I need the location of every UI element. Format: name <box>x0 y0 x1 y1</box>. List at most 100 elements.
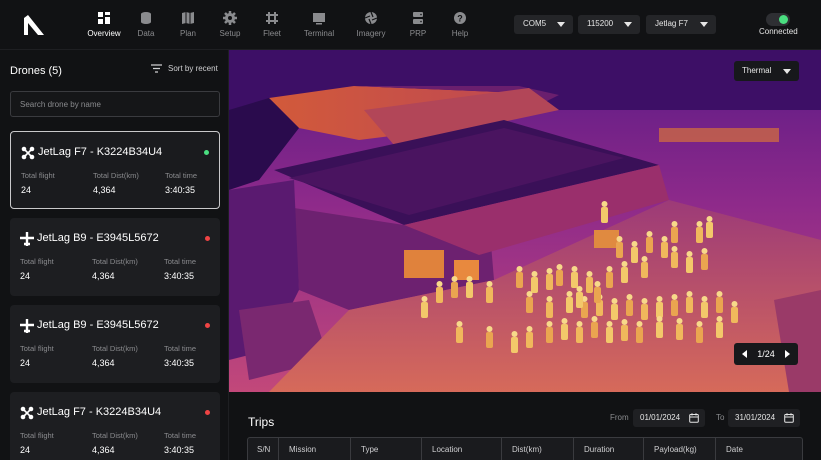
person-heat-signature <box>706 216 713 238</box>
trips-title: Trips <box>248 415 275 429</box>
thermal-mode-value: Thermal <box>742 66 772 75</box>
next-arrow-icon[interactable] <box>785 350 790 358</box>
column-header[interactable]: Mission <box>278 438 350 460</box>
total-dist-label: Total Dist(km) <box>93 171 139 180</box>
person-heat-signature <box>571 266 578 288</box>
person-heat-signature <box>526 326 533 348</box>
column-header[interactable]: Payload(kg) <box>643 438 715 460</box>
nav-help[interactable]: ? Help <box>440 10 480 38</box>
total-flight-label: Total flight <box>20 431 54 440</box>
thermal-figures <box>421 201 738 353</box>
person-heat-signature <box>701 296 708 318</box>
total-time-value: 3:40:35 <box>164 271 195 281</box>
nav-label: Terminal <box>303 29 335 38</box>
nav-overview[interactable]: Overview <box>84 10 124 38</box>
quadcopter-icon <box>20 406 34 420</box>
person-heat-signature <box>656 316 663 338</box>
column-header[interactable]: S/N <box>248 438 278 460</box>
image-pager: 1/24 <box>734 343 798 365</box>
sort-button[interactable]: Sort by recent <box>151 64 218 73</box>
person-heat-signature <box>701 248 708 270</box>
person-heat-signature <box>546 296 553 318</box>
person-heat-signature <box>466 276 473 298</box>
drone-card[interactable]: JetLag B9 - E3945L5672 Total flight Tota… <box>10 305 220 383</box>
person-heat-signature <box>671 294 678 316</box>
to-label: To <box>716 413 725 422</box>
connection-toggle[interactable] <box>766 13 790 26</box>
prev-arrow-icon[interactable] <box>742 350 747 358</box>
baud-value: 115200 <box>587 19 614 28</box>
drone-name: JetLag F7 - K3224B34U4 <box>37 406 162 418</box>
top-bar: Overview Data Plan Setup Fleet Terminal … <box>0 0 821 50</box>
person-heat-signature <box>546 321 553 343</box>
person-heat-signature <box>516 266 523 288</box>
person-heat-signature <box>486 326 493 348</box>
total-time-value: 3:40:35 <box>165 185 196 195</box>
person-heat-signature <box>731 301 738 323</box>
total-flight-label: Total flight <box>20 344 54 353</box>
nav-data[interactable]: Data <box>126 10 166 38</box>
drone-name: JetLag F7 - K3224B34U4 <box>38 146 163 158</box>
person-heat-signature <box>716 291 723 313</box>
search-input[interactable] <box>10 91 220 117</box>
drone-name: JetLag B9 - E3945L5672 <box>37 232 159 244</box>
column-header[interactable]: Date <box>715 438 802 460</box>
baud-select[interactable]: 115200 <box>578 15 640 34</box>
connection-status: Connected <box>759 27 798 36</box>
person-heat-signature <box>511 331 518 353</box>
drone-card[interactable]: JetLag B9 - E3945L5672 Total flight Tota… <box>10 218 220 296</box>
person-heat-signature <box>591 316 598 338</box>
total-flight-label: Total flight <box>20 257 54 266</box>
nav-label: Plan <box>179 29 196 38</box>
person-heat-signature <box>594 281 601 303</box>
port-select[interactable]: COM5 <box>514 15 573 34</box>
column-header[interactable]: Duration <box>573 438 643 460</box>
person-heat-signature <box>531 271 538 293</box>
to-date-picker[interactable]: 31/01/2024 <box>728 409 800 427</box>
nav-label: Help <box>451 29 469 38</box>
person-heat-signature <box>601 201 608 223</box>
person-heat-signature <box>456 321 463 343</box>
column-header[interactable]: Type <box>350 438 421 460</box>
drone-card[interactable]: JetLag F7 - K3224B34U4 Total flight Tota… <box>10 131 220 209</box>
from-date-picker[interactable]: 01/01/2024 <box>633 409 705 427</box>
nav-plan[interactable]: Plan <box>168 10 208 38</box>
person-heat-signature <box>631 241 638 263</box>
person-heat-signature <box>641 256 648 278</box>
person-heat-signature <box>646 231 653 253</box>
app-logo[interactable] <box>22 14 46 36</box>
drone-icon <box>266 12 278 24</box>
nav-fleet[interactable]: Fleet <box>252 10 292 38</box>
sidebar-title: Drones (5) <box>10 65 62 77</box>
column-header[interactable]: Dist(km) <box>501 438 573 460</box>
nav-prp[interactable]: PRP <box>398 10 438 38</box>
chevron-down-icon <box>700 22 708 27</box>
from-label: From <box>610 413 629 422</box>
person-heat-signature <box>611 298 618 320</box>
drone-card[interactable]: JetLag F7 - K3224B34U4 Total flight Tota… <box>10 392 220 460</box>
person-heat-signature <box>486 281 493 303</box>
from-date-value: 01/01/2024 <box>640 413 681 422</box>
person-heat-signature <box>661 236 668 258</box>
nav-label: Data <box>137 29 155 38</box>
column-header[interactable]: Location <box>421 438 501 460</box>
person-heat-signature <box>696 221 703 243</box>
thermal-mode-select[interactable]: Thermal <box>734 61 799 81</box>
total-dist-value: 4,364 <box>92 271 115 281</box>
nav-imagery[interactable]: Imagery <box>346 10 396 38</box>
nav-setup[interactable]: Setup <box>210 10 250 38</box>
nav-label: Fleet <box>263 29 281 38</box>
person-heat-signature <box>636 321 643 343</box>
toggle-knob <box>779 15 788 24</box>
person-heat-signature <box>561 318 568 340</box>
gear-icon <box>223 11 237 25</box>
status-dot <box>205 323 210 328</box>
person-heat-signature <box>556 264 563 286</box>
total-time-value: 3:40:35 <box>164 358 195 368</box>
total-flight-label: Total flight <box>21 171 55 180</box>
person-heat-signature <box>671 221 678 243</box>
total-time-label: Total time <box>164 257 197 266</box>
thermal-camera-view[interactable]: Thermal 1/24 <box>229 50 821 392</box>
nav-terminal[interactable]: Terminal <box>294 10 344 38</box>
device-select[interactable]: Jetlag F7 <box>646 15 716 34</box>
